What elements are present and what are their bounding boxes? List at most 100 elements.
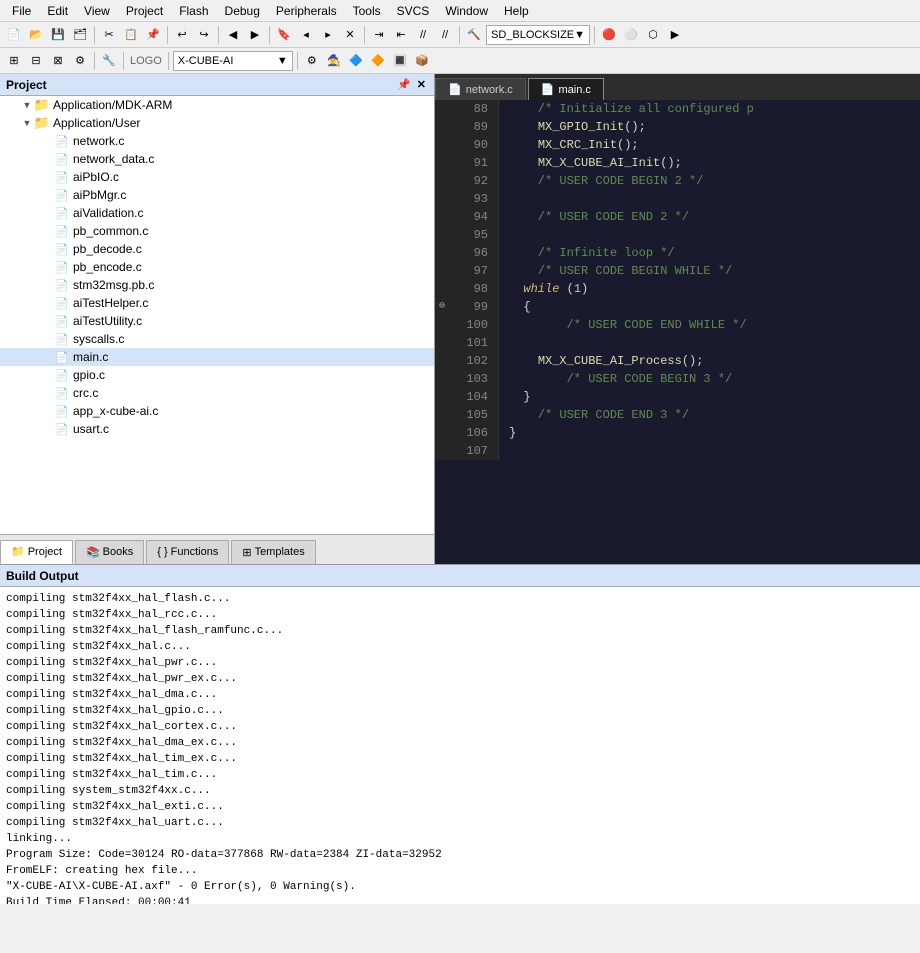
line-marker — [435, 280, 449, 298]
tree-item[interactable]: 📄 usart.c — [0, 420, 434, 438]
tree-item[interactable]: 📄 aiValidation.c — [0, 204, 434, 222]
menu-help[interactable]: Help — [496, 2, 537, 20]
copy-btn[interactable]: 📋 — [121, 25, 141, 45]
tb2-btn3[interactable]: ⊠ — [48, 51, 68, 71]
ai-btn2[interactable]: 🔶 — [368, 51, 388, 71]
ai-btn1[interactable]: 🔷 — [346, 51, 366, 71]
menu-edit[interactable]: Edit — [39, 2, 76, 20]
wizard-btn[interactable]: 🧙 — [324, 51, 344, 71]
tree-item[interactable]: 📄 crc.c — [0, 384, 434, 402]
forward-btn[interactable]: ▶ — [245, 25, 265, 45]
menu-file[interactable]: File — [4, 2, 39, 20]
tree-item[interactable]: 📄 pb_encode.c — [0, 258, 434, 276]
code-line: 101 — [435, 334, 920, 352]
menu-bar: File Edit View Project Flash Debug Perip… — [0, 0, 920, 22]
project-tree[interactable]: ▼ 📁 Application/MDK-ARM ▼ 📁 Application/… — [0, 96, 434, 534]
menu-svcs[interactable]: SVCS — [389, 2, 438, 20]
save-all-btn[interactable]: 🗂 — [70, 25, 90, 45]
tree-item[interactable]: 📄 network.c — [0, 132, 434, 150]
debug2-btn[interactable]: ⚪ — [621, 25, 641, 45]
tb2-btn1[interactable]: ⊞ — [4, 51, 24, 71]
tree-item[interactable]: ▼ 📁 Application/User — [0, 114, 434, 132]
tree-item[interactable]: 📄 pb_common.c — [0, 222, 434, 240]
line-marker — [435, 208, 449, 226]
panel-tab-templates[interactable]: ⊞ Templates — [231, 540, 315, 564]
build-output-content[interactable]: compiling stm32f4xx_hal_flash.c...compil… — [0, 587, 920, 904]
file-icon: 📄 — [54, 349, 70, 365]
code-line: 106 } — [435, 424, 920, 442]
tree-item[interactable]: 📄 syscalls.c — [0, 330, 434, 348]
menu-view[interactable]: View — [76, 2, 118, 20]
tree-item[interactable]: 📄 app_x-cube-ai.c — [0, 402, 434, 420]
menu-debug[interactable]: Debug — [217, 2, 268, 20]
undo-btn[interactable]: ↩ — [172, 25, 192, 45]
tree-item-label: Application/User — [53, 116, 140, 130]
bookmark-clear-btn[interactable]: ✕ — [340, 25, 360, 45]
tb2-btn4[interactable]: ⚙ — [70, 51, 90, 71]
line-number: 95 — [449, 226, 499, 244]
line-content: /* USER CODE END 2 */ — [499, 208, 920, 226]
menu-window[interactable]: Window — [437, 2, 496, 20]
project-dropdown[interactable]: X-CUBE-AI ▼ — [173, 51, 293, 71]
ai-btn4[interactable]: 📦 — [412, 51, 432, 71]
bookmark-btn[interactable]: 🔖 — [274, 25, 294, 45]
file-icon: 📄 — [54, 313, 70, 329]
tree-item[interactable]: 📄 network_data.c — [0, 150, 434, 168]
bookmark-prev-btn[interactable]: ◂ — [296, 25, 316, 45]
back-btn[interactable]: ◀ — [223, 25, 243, 45]
line-content: MX_CRC_Init(); — [499, 136, 920, 154]
build-output-line: Build Time Elapsed: 00:00:41 — [6, 895, 914, 904]
tree-item[interactable]: 📄 aiTestHelper.c — [0, 294, 434, 312]
redo-btn[interactable]: ↪ — [194, 25, 214, 45]
tb2-btn2[interactable]: ⊟ — [26, 51, 46, 71]
debug3-btn[interactable]: ⬡ — [643, 25, 663, 45]
paste-btn[interactable]: 📌 — [143, 25, 163, 45]
panel-tab-functions[interactable]: { } Functions — [146, 540, 229, 564]
indent-btn[interactable]: ⇥ — [369, 25, 389, 45]
ai-btn3[interactable]: 🔳 — [390, 51, 410, 71]
comment-btn[interactable]: // — [413, 25, 433, 45]
debug4-btn[interactable]: ▶ — [665, 25, 685, 45]
tb2-btn5[interactable]: 🔧 — [99, 51, 119, 71]
tree-item[interactable]: 📄 aiPbIO.c — [0, 168, 434, 186]
line-number: 89 — [449, 118, 499, 136]
menu-project[interactable]: Project — [118, 2, 171, 20]
expand-marker[interactable]: ⊖ — [439, 298, 445, 316]
build-output-line: FromELF: creating hex file... — [6, 863, 914, 879]
new-file-btn[interactable]: 📄 — [4, 25, 24, 45]
symbol-dropdown[interactable]: SD_BLOCKSIZE ▼ — [486, 25, 590, 45]
unindent-btn[interactable]: ⇤ — [391, 25, 411, 45]
tree-item-label: network_data.c — [73, 152, 154, 166]
menu-tools[interactable]: Tools — [345, 2, 389, 20]
editor-panel: 📄 network.c 📄 main.c 88 /* Initialize al… — [435, 74, 920, 564]
editor-tab-main-c[interactable]: 📄 main.c — [528, 78, 604, 100]
uncomment-btn[interactable]: // — [435, 25, 455, 45]
tree-item[interactable]: 📄 aiTestUtility.c — [0, 312, 434, 330]
panel-tab-books[interactable]: 📚 Books — [75, 540, 144, 564]
panel-pin-icon[interactable]: 📌 — [395, 78, 413, 91]
debug1-btn[interactable]: 🔴 — [599, 25, 619, 45]
cut-btn[interactable]: ✂ — [99, 25, 119, 45]
panel-tab-label: Functions — [171, 546, 219, 558]
editor-tab-network-c[interactable]: 📄 network.c — [435, 78, 526, 100]
bookmark-next-btn[interactable]: ▸ — [318, 25, 338, 45]
menu-peripherals[interactable]: Peripherals — [268, 2, 345, 20]
save-btn[interactable]: 💾 — [48, 25, 68, 45]
config-btn[interactable]: ⚙ — [302, 51, 322, 71]
tree-item[interactable]: 📄 aiPbMgr.c — [0, 186, 434, 204]
build-icon-btn[interactable]: 🔨 — [464, 25, 484, 45]
menu-flash[interactable]: Flash — [171, 2, 216, 20]
line-number: 90 — [449, 136, 499, 154]
open-file-btn[interactable]: 📂 — [26, 25, 46, 45]
panel-tab-project[interactable]: 📁 Project — [0, 540, 73, 564]
tree-item[interactable]: ▼ 📁 Application/MDK-ARM — [0, 96, 434, 114]
file-icon: 📄 — [54, 223, 70, 239]
tree-item[interactable]: 📄 pb_decode.c — [0, 240, 434, 258]
line-content: /* Infinite loop */ — [499, 244, 920, 262]
project-panel-header: Project 📌 ✕ — [0, 74, 434, 96]
tree-item[interactable]: 📄 main.c — [0, 348, 434, 366]
tree-item[interactable]: 📄 gpio.c — [0, 366, 434, 384]
tree-item[interactable]: 📄 stm32msg.pb.c — [0, 276, 434, 294]
panel-close-icon[interactable]: ✕ — [415, 78, 428, 91]
code-area[interactable]: 88 /* Initialize all configured p 89 MX_… — [435, 100, 920, 564]
